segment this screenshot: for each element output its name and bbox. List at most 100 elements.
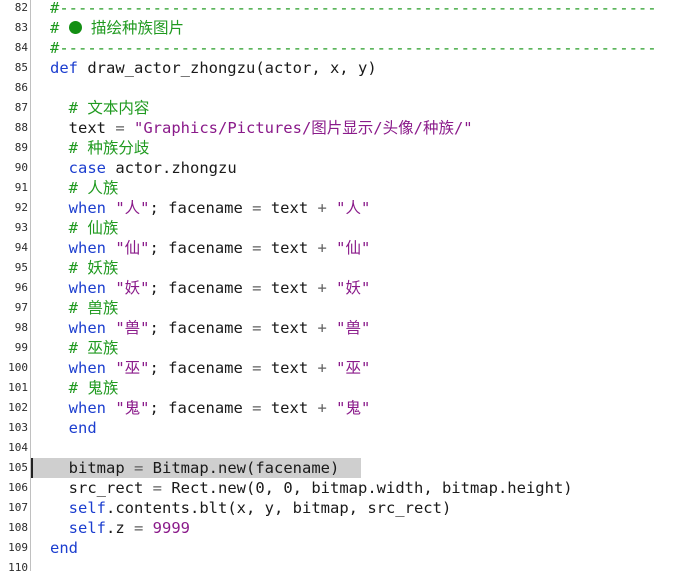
- line-number: 89: [14, 141, 28, 154]
- identifier-token: text: [261, 279, 318, 297]
- paren-token: (: [255, 59, 265, 77]
- operator-token: +: [317, 199, 327, 217]
- code-text[interactable]: #---------------------------------------…: [50, 38, 657, 58]
- operator-token: =: [252, 279, 262, 297]
- code-text[interactable]: text = "Graphics/Pictures/图片显示/头像/种族/": [50, 118, 473, 138]
- identifier-token: text: [261, 239, 318, 257]
- code-text[interactable]: case actor.zhongzu: [50, 158, 237, 178]
- code-line[interactable]: 94 when "仙"; facename = text + "仙": [0, 238, 682, 258]
- paren-token: (: [227, 499, 237, 517]
- code-text[interactable]: # 兽族: [50, 298, 119, 318]
- line-number: 98: [14, 321, 28, 334]
- code-line[interactable]: 86: [0, 78, 682, 98]
- code-text[interactable]: # 鬼族: [50, 378, 119, 398]
- code-line[interactable]: 82 #-------------------------------------…: [0, 0, 682, 18]
- code-text[interactable]: end: [50, 418, 97, 438]
- code-text[interactable]: self.z = 9999: [50, 518, 190, 538]
- identifier-token: ; facename: [149, 319, 253, 337]
- code-line[interactable]: 98 when "兽"; facename = text + "兽": [0, 318, 682, 338]
- code-line[interactable]: 105 bitmap = Bitmap.new(facename): [0, 458, 682, 478]
- code-line[interactable]: 87 # 文本内容: [0, 98, 682, 118]
- code-text[interactable]: when "妖"; facename = text + "妖": [50, 278, 371, 298]
- code-line[interactable]: 96 when "妖"; facename = text + "妖": [0, 278, 682, 298]
- code-line[interactable]: 100 when "巫"; facename = text + "巫": [0, 358, 682, 378]
- code-text[interactable]: # 文本内容: [50, 98, 150, 118]
- code-line[interactable]: 84 #-------------------------------------…: [0, 38, 682, 58]
- code-text[interactable]: when "鬼"; facename = text + "鬼": [50, 398, 371, 418]
- identifier-token: ; facename: [149, 399, 253, 417]
- code-text[interactable]: src_rect = Rect.new(0, 0, bitmap.width, …: [50, 478, 573, 498]
- code-text[interactable]: # 妖族: [50, 258, 119, 278]
- code-line[interactable]: 97 # 兽族: [0, 298, 682, 318]
- operator-token: +: [317, 319, 327, 337]
- code-text[interactable]: #---------------------------------------…: [50, 0, 657, 18]
- code-text[interactable]: # 描绘种族图片: [50, 18, 184, 38]
- code-text[interactable]: when "兽"; facename = text + "兽": [50, 318, 371, 338]
- comment-token: #: [50, 19, 69, 37]
- code-text[interactable]: # 人族: [50, 178, 119, 198]
- line-number: 110: [8, 561, 28, 571]
- code-line[interactable]: 92 when "人"; facename = text + "人": [0, 198, 682, 218]
- line-number: 91: [14, 181, 28, 194]
- code-line[interactable]: 107 self.contents.blt(x, y, bitmap, src_…: [0, 498, 682, 518]
- line-number: 108: [8, 521, 28, 534]
- code-text[interactable]: when "巫"; facename = text + "巫": [50, 358, 371, 378]
- literal-token: "巫": [106, 359, 150, 377]
- paren-token: (: [246, 459, 256, 477]
- literal-token: "巫": [326, 359, 371, 377]
- operator-token: =: [252, 199, 262, 217]
- comment-token: # 巫族: [50, 339, 119, 357]
- identifier-token: facename: [255, 459, 330, 477]
- identifier-token: text: [261, 359, 318, 377]
- identifier-token: ; facename: [149, 359, 253, 377]
- identifier-token: draw_actor_zhongzu: [78, 59, 256, 77]
- code-text[interactable]: when "人"; facename = text + "人": [50, 198, 371, 218]
- keyword-token: self: [50, 519, 106, 537]
- identifier-token: x, y, bitmap, src_rect: [236, 499, 442, 517]
- code-line[interactable]: 95 # 妖族: [0, 258, 682, 278]
- code-text[interactable]: # 仙族: [50, 218, 119, 238]
- identifier-token: ; facename: [149, 239, 253, 257]
- code-line[interactable]: 88 text = "Graphics/Pictures/图片显示/头像/种族/…: [0, 118, 682, 138]
- identifier-token: actor.zhongzu: [106, 159, 237, 177]
- code-editor[interactable]: 82 #-------------------------------------…: [0, 0, 682, 571]
- code-text[interactable]: self.contents.blt(x, y, bitmap, src_rect…: [50, 498, 452, 518]
- code-text[interactable]: bitmap = Bitmap.new(facename): [50, 458, 340, 478]
- code-line[interactable]: 102 when "鬼"; facename = text + "鬼": [0, 398, 682, 418]
- literal-token: "鬼": [106, 399, 150, 417]
- code-text[interactable]: # 巫族: [50, 338, 119, 358]
- code-line[interactable]: 109 end: [0, 538, 682, 558]
- code-line[interactable]: 85 def draw_actor_zhongzu(actor, x, y): [0, 58, 682, 78]
- line-number: 99: [14, 341, 28, 354]
- code-line[interactable]: 104: [0, 438, 682, 458]
- code-line[interactable]: 93 # 仙族: [0, 218, 682, 238]
- keyword-token: self: [50, 499, 106, 517]
- code-line[interactable]: 110: [0, 558, 682, 571]
- code-text[interactable]: end: [50, 538, 78, 558]
- code-text[interactable]: # 种族分歧: [50, 138, 150, 158]
- operator-token: =: [152, 479, 162, 497]
- code-text[interactable]: when "仙"; facename = text + "仙": [50, 238, 371, 258]
- code-line[interactable]: 99 # 巫族: [0, 338, 682, 358]
- line-number: 102: [8, 401, 28, 414]
- identifier-token: .contents.blt: [106, 499, 228, 517]
- code-line[interactable]: 90 case actor.zhongzu: [0, 158, 682, 178]
- operator-token: =: [134, 519, 144, 537]
- operator-token: =: [252, 399, 262, 417]
- code-text[interactable]: def draw_actor_zhongzu(actor, x, y): [50, 58, 377, 78]
- code-line[interactable]: 108 self.z = 9999: [0, 518, 682, 538]
- code-line[interactable]: 101 # 鬼族: [0, 378, 682, 398]
- code-line[interactable]: 83 # 描绘种族图片: [0, 18, 682, 38]
- keyword-token: when: [50, 279, 106, 297]
- line-number: 82: [14, 1, 28, 14]
- code-line[interactable]: 106 src_rect = Rect.new(0, 0, bitmap.wid…: [0, 478, 682, 498]
- code-line[interactable]: 91 # 人族: [0, 178, 682, 198]
- comment-token: # 兽族: [50, 299, 119, 317]
- literal-token: "仙": [106, 239, 150, 257]
- keyword-token: end: [50, 539, 78, 557]
- code-line[interactable]: 89 # 种族分歧: [0, 138, 682, 158]
- code-line[interactable]: 103 end: [0, 418, 682, 438]
- comment-token: # 鬼族: [50, 379, 119, 397]
- keyword-token: when: [50, 239, 106, 257]
- operator-token: =: [252, 359, 262, 377]
